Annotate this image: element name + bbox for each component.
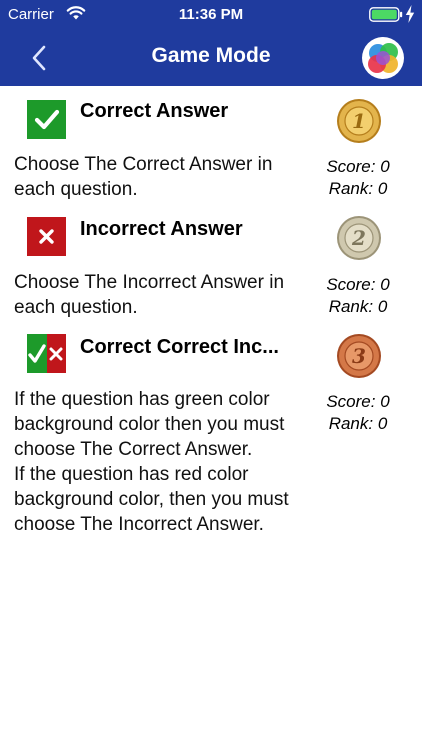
description-line-red-rule: If the question has red color background…	[14, 464, 289, 535]
mode-description: Choose The Incorrect Answer in each ques…	[14, 272, 285, 318]
bronze-medal-icon: 3	[337, 334, 381, 378]
mode-title: Incorrect Answer	[80, 218, 243, 240]
mode-correct-correct-incorrect[interactable]: Correct Correct Inc... 3 If the question…	[0, 332, 422, 592]
silver-medal-icon: 2	[337, 216, 381, 260]
mode-incorrect-answer[interactable]: Incorrect Answer 2 Choose The Incorrect …	[0, 214, 422, 324]
header: Carrier 11:36 PM Game Mode	[0, 0, 422, 86]
color-wheel-logo-icon[interactable]	[362, 37, 404, 79]
mode-description: Choose The Correct Answer in each questi…	[14, 154, 273, 200]
charging-bolt-icon	[405, 5, 415, 23]
cross-red-icon	[27, 217, 66, 256]
mode-title: Correct Correct Inc...	[80, 336, 279, 358]
checkmark-green-icon	[27, 100, 66, 139]
battery-icon	[369, 7, 403, 22]
score-label: Score: 0	[326, 275, 390, 294]
rank-label: Rank: 0	[328, 414, 388, 433]
gold-medal-icon: 1	[337, 99, 381, 143]
check-and-cross-icon	[27, 334, 66, 373]
clock: 11:36 PM	[178, 6, 244, 23]
rank-label: Rank: 0	[328, 297, 388, 316]
mode-correct-answer[interactable]: Correct Answer 1 Choose The Correct Answ…	[0, 96, 422, 206]
description-line-green-rule: If the question has green color backgrou…	[14, 389, 285, 460]
svg-text:3: 3	[352, 344, 366, 368]
rank-label: Rank: 0	[328, 179, 388, 198]
navigation-bar: Game Mode	[0, 30, 422, 86]
page-title: Game Mode	[151, 44, 271, 67]
status-bar: Carrier 11:36 PM	[0, 0, 422, 30]
score-label: Score: 0	[326, 157, 390, 176]
mode-title: Correct Answer	[80, 100, 229, 122]
svg-text:2: 2	[351, 226, 366, 250]
score-label: Score: 0	[326, 392, 390, 411]
svg-text:1: 1	[352, 109, 366, 133]
mode-description: If the question has green color backgrou…	[14, 387, 314, 537]
